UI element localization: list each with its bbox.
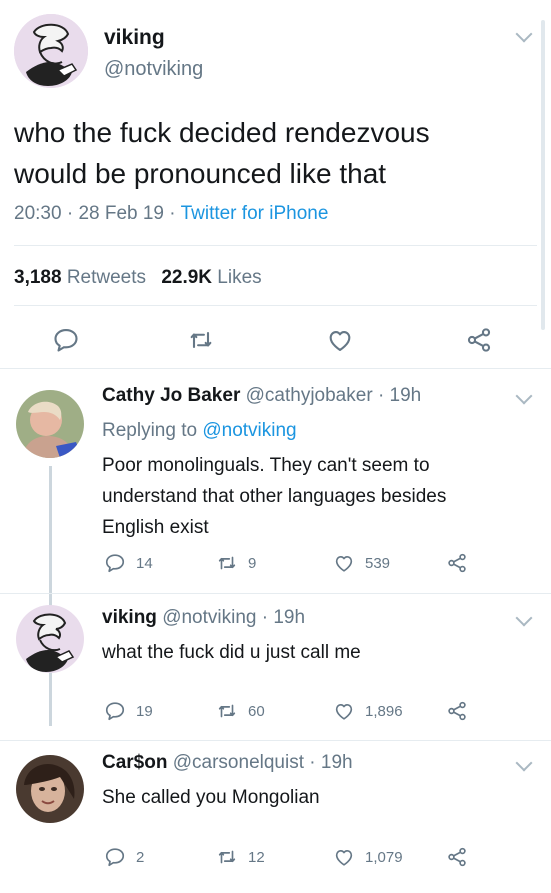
reply-text: Poor monolinguals. They can't seem to un… <box>102 450 446 543</box>
chevron-down-icon[interactable] <box>515 754 533 772</box>
avatar-image <box>16 605 84 673</box>
like-action[interactable]: 1,079 <box>333 846 403 868</box>
reply-count: 19 <box>136 702 153 720</box>
retweet-icon[interactable] <box>187 326 215 359</box>
reply-icon <box>104 700 126 722</box>
avatar[interactable] <box>14 14 88 88</box>
like-count: 1,896 <box>365 702 403 720</box>
divider <box>0 740 551 741</box>
reply-action[interactable]: 14 <box>104 552 153 574</box>
tweet-stats: 3,188 Retweets 22.9K Likes <box>14 267 262 289</box>
reply-icon <box>104 552 126 574</box>
author-handle[interactable]: @notviking <box>104 58 203 81</box>
reply-text: She called you Mongolian <box>102 782 320 813</box>
reply-icon[interactable] <box>52 326 80 359</box>
reply-header: Car$on @carsonelquist · 19h <box>102 752 353 774</box>
chevron-down-icon[interactable] <box>515 387 533 405</box>
share-icon[interactable] <box>446 846 468 873</box>
like-icon <box>333 700 355 722</box>
retweet-action[interactable]: 60 <box>216 700 265 722</box>
reply-text-line: what the fuck did u just call me <box>102 642 361 663</box>
share-icon[interactable] <box>465 326 493 359</box>
share-icon[interactable] <box>446 552 468 579</box>
reply-handle[interactable]: @cathyjobaker <box>246 385 373 406</box>
reply-action[interactable]: 19 <box>104 700 153 722</box>
chevron-down-icon[interactable] <box>515 25 533 43</box>
like-count: 1,079 <box>365 848 403 866</box>
tweet-time[interactable]: 20:30 <box>14 203 62 224</box>
avatar[interactable] <box>16 755 84 823</box>
author-display-name[interactable]: viking <box>104 26 165 50</box>
reply-age[interactable]: 19h <box>321 752 353 773</box>
retweet-icon <box>216 552 238 574</box>
divider <box>14 305 537 306</box>
like-icon[interactable] <box>326 326 354 359</box>
retweet-action[interactable]: 9 <box>216 552 256 574</box>
retweets-stat[interactable]: 3,188 Retweets <box>14 267 151 288</box>
reply-header: Cathy Jo Baker @cathyjobaker · 19h <box>102 385 421 407</box>
avatar[interactable] <box>16 390 84 458</box>
divider <box>14 245 537 246</box>
divider <box>0 593 551 594</box>
thread-line <box>49 466 52 726</box>
retweet-action[interactable]: 12 <box>216 846 265 868</box>
retweet-icon <box>216 700 238 722</box>
reply-text-line: understand that other languages besides <box>102 486 447 507</box>
like-icon <box>333 552 355 574</box>
replying-to-handle[interactable]: @notviking <box>202 420 296 441</box>
reply-display-name[interactable]: viking <box>102 607 157 628</box>
tweet-text-line: who the fuck decided rendezvous <box>14 117 430 148</box>
reply-text-line: She called you Mongolian <box>102 787 320 808</box>
divider <box>0 368 551 369</box>
separator: · <box>261 607 269 628</box>
like-icon <box>333 846 355 868</box>
retweet-count: 60 <box>248 702 265 720</box>
tweet-meta: 20:30 · 28 Feb 19 · Twitter for iPhone <box>14 203 328 225</box>
separator: · <box>377 385 385 406</box>
reply-text: what the fuck did u just call me <box>102 637 361 668</box>
reply-text-line: English exist <box>102 517 209 538</box>
reply-count: 2 <box>136 848 145 866</box>
replying-to: Replying to @notviking <box>102 420 297 442</box>
chevron-down-icon[interactable] <box>515 609 533 627</box>
like-count: 539 <box>365 554 391 572</box>
reply-icon <box>104 846 126 868</box>
share-icon[interactable] <box>446 700 468 727</box>
tweet-text: who the fuck decided rendezvous would be… <box>14 112 430 194</box>
reply-display-name[interactable]: Car$on <box>102 752 167 773</box>
like-action[interactable]: 539 <box>333 552 390 574</box>
reply-action[interactable]: 2 <box>104 846 144 868</box>
reply-handle[interactable]: @notviking <box>162 607 256 628</box>
reply-count: 14 <box>136 554 153 572</box>
separator: · <box>66 203 74 224</box>
avatar-image <box>14 14 88 88</box>
reply-handle[interactable]: @carsonelquist <box>173 752 304 773</box>
tweet-text-line: would be pronounced like that <box>14 158 387 189</box>
reply-age[interactable]: 19h <box>390 385 422 406</box>
separator: · <box>169 203 176 224</box>
likes-count: 22.9K <box>161 267 213 288</box>
retweet-count: 9 <box>248 554 257 572</box>
avatar-image <box>16 390 84 458</box>
retweet-count: 12 <box>248 848 265 866</box>
reply-display-name[interactable]: Cathy Jo Baker <box>102 385 240 406</box>
separator: · <box>309 752 316 773</box>
reply-text-line: Poor monolinguals. They can't seem to <box>102 455 430 476</box>
retweets-label: Retweets <box>66 267 147 288</box>
tweet-source[interactable]: Twitter for iPhone <box>181 203 329 224</box>
replying-to-prefix: Replying to <box>102 420 198 441</box>
tweet-date[interactable]: 28 Feb 19 <box>78 203 164 224</box>
like-action[interactable]: 1,896 <box>333 700 403 722</box>
avatar[interactable] <box>16 605 84 673</box>
likes-label: Likes <box>217 267 262 288</box>
retweet-icon <box>216 846 238 868</box>
scrollbar[interactable] <box>541 20 545 330</box>
avatar-image <box>16 755 84 823</box>
reply-header: viking @notviking · 19h <box>102 607 305 629</box>
retweets-count: 3,188 <box>14 267 62 288</box>
likes-stat[interactable]: 22.9K Likes <box>161 267 261 288</box>
reply-age[interactable]: 19h <box>273 607 305 628</box>
